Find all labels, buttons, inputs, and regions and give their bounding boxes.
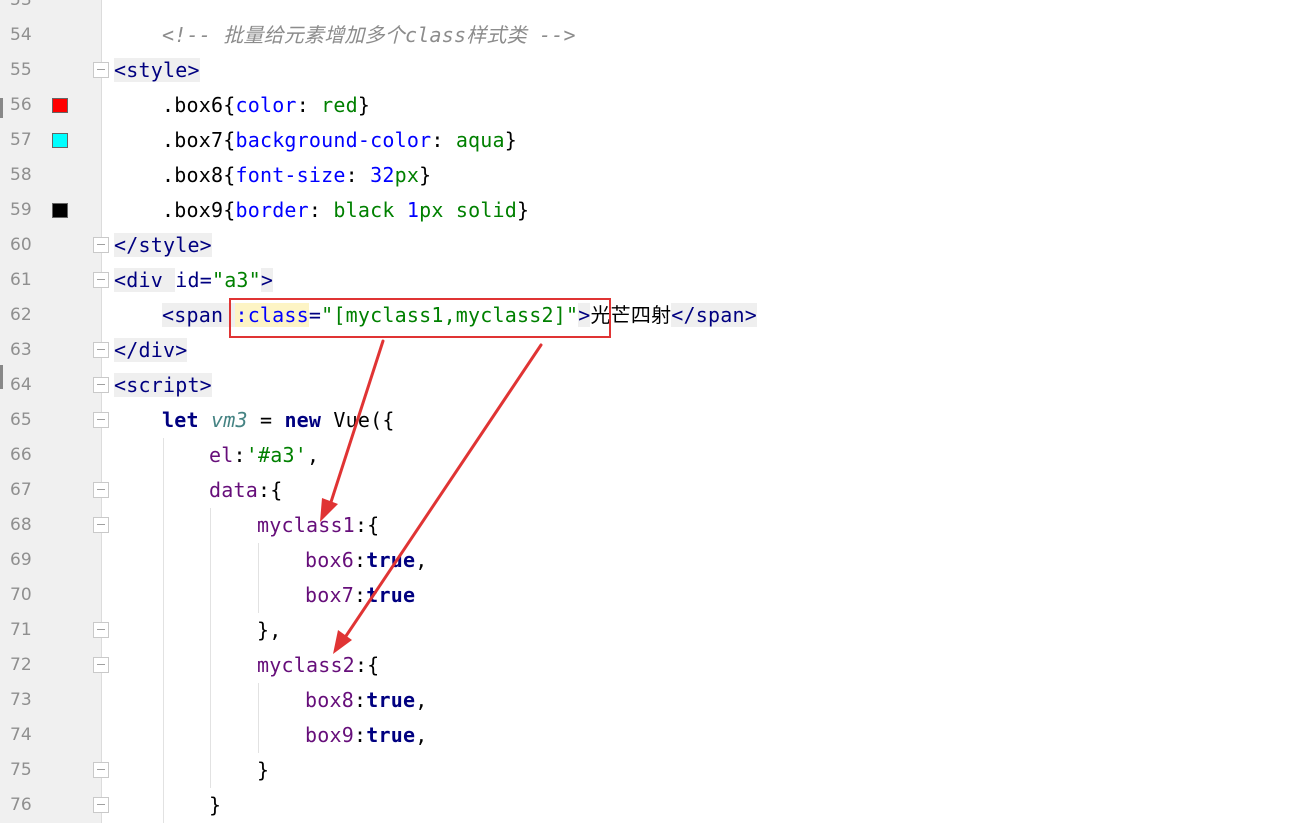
arrowhead-myclass1 xyxy=(320,498,338,522)
arrow-to-myclass1 xyxy=(329,339,385,504)
arrow-to-myclass2 xyxy=(344,343,543,638)
annotation-arrows xyxy=(320,339,543,654)
